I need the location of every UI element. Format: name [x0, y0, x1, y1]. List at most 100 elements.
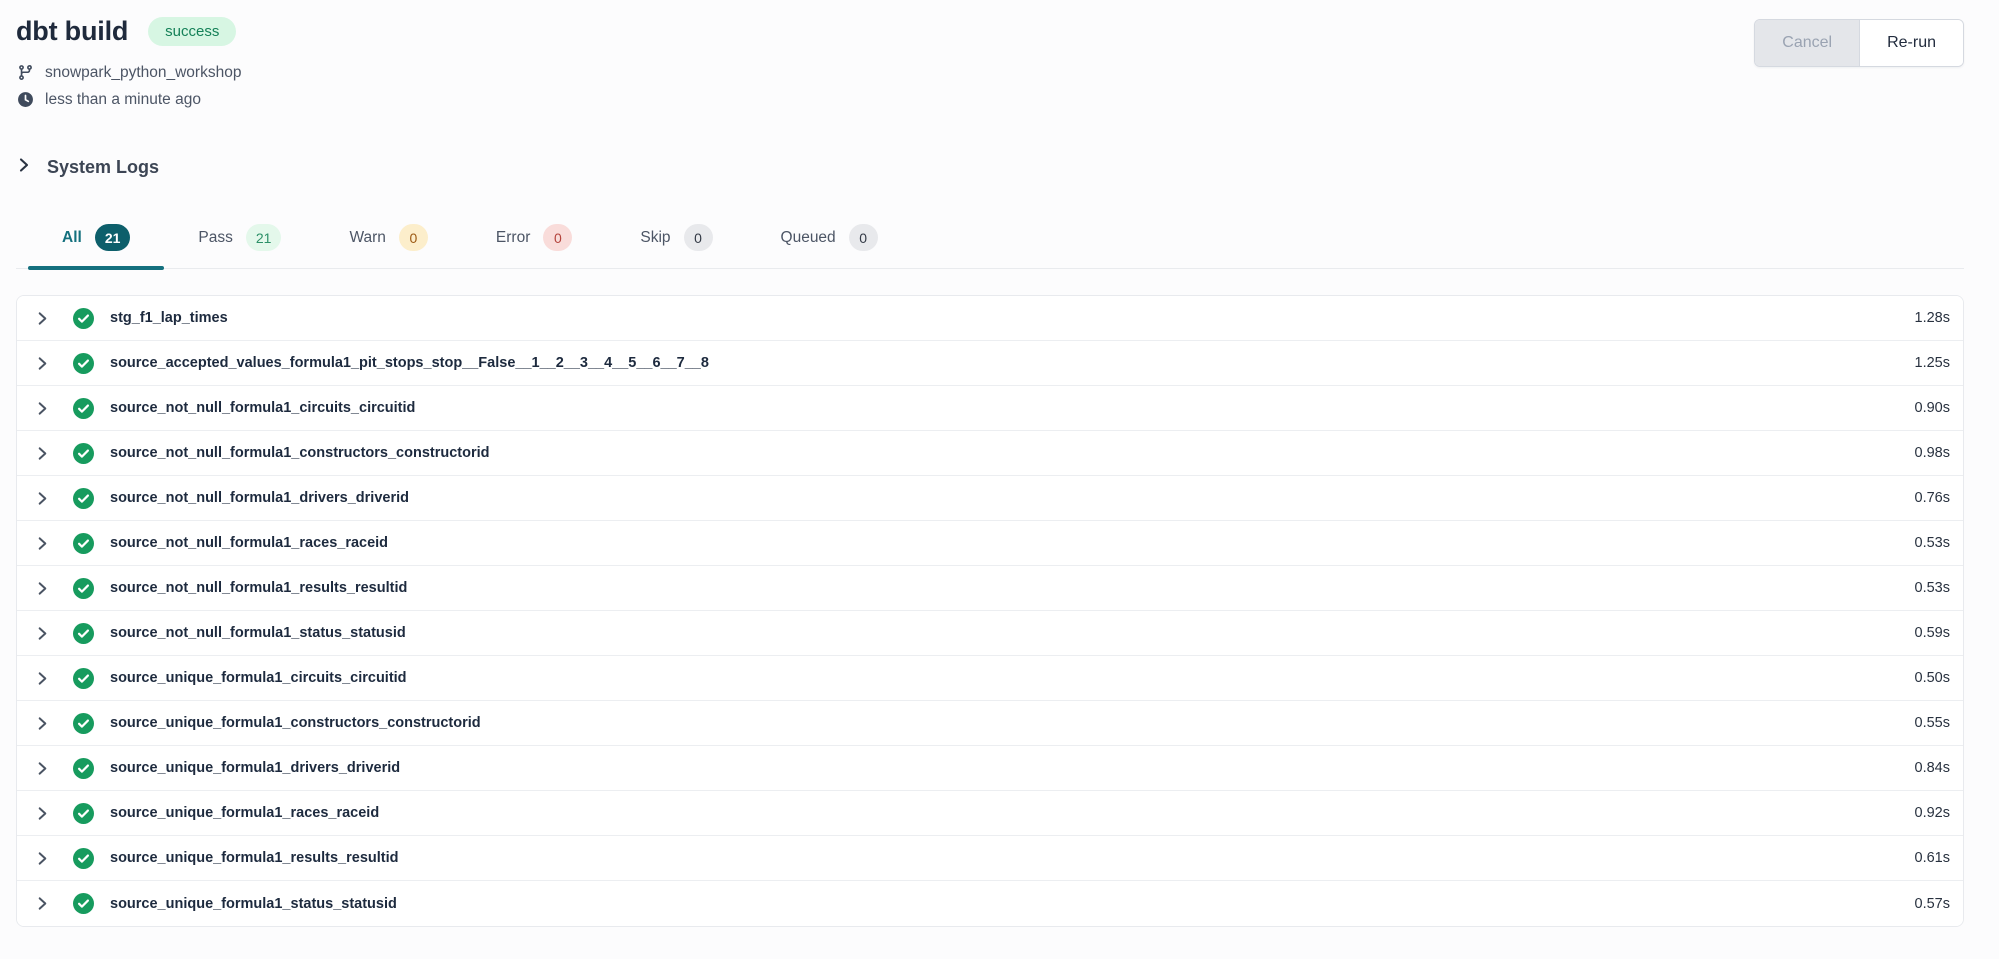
tab-count-badge: 0 [849, 224, 878, 251]
system-logs-label: System Logs [47, 157, 159, 178]
expand-chevron-icon[interactable] [27, 618, 57, 648]
result-row: source_not_null_formula1_circuits_circui… [17, 386, 1963, 431]
expand-chevron-icon[interactable] [27, 843, 57, 873]
tab-label: Error [496, 229, 530, 247]
check-circle-icon [73, 578, 94, 599]
result-name: source_not_null_formula1_races_raceid [110, 535, 388, 551]
check-circle-icon [73, 488, 94, 509]
check-circle-icon [73, 848, 94, 869]
tab-label: Warn [349, 229, 385, 247]
result-row: source_unique_formula1_status_statusid 0.… [17, 881, 1963, 926]
system-logs-toggle[interactable]: System Logs [16, 157, 159, 178]
run-details-page: dbt build success snowpark_python_worksh… [0, 0, 1999, 927]
result-duration: 0.90s [1915, 400, 1950, 416]
tab-warn[interactable]: Warn 0 [315, 218, 461, 268]
result-duration: 0.57s [1915, 896, 1950, 912]
tab-count-badge: 0 [684, 224, 713, 251]
result-row: source_not_null_formula1_constructors_co… [17, 431, 1963, 476]
result-duration: 1.28s [1915, 310, 1950, 326]
run-meta: snowpark_python_workshop less than a min… [16, 59, 241, 113]
tab-count-badge: 21 [246, 224, 282, 251]
result-name: source_not_null_formula1_status_statusid [110, 625, 406, 641]
check-circle-icon [73, 308, 94, 329]
result-duration: 0.50s [1915, 670, 1950, 686]
result-row: source_not_null_formula1_status_statusid… [17, 611, 1963, 656]
expand-chevron-icon[interactable] [27, 348, 57, 378]
result-name: source_unique_formula1_circuits_circuiti… [110, 670, 407, 686]
expand-chevron-icon[interactable] [27, 753, 57, 783]
result-name: source_unique_formula1_drivers_driverid [110, 760, 400, 776]
result-duration: 1.25s [1915, 355, 1950, 371]
header: dbt build success snowpark_python_worksh… [16, 0, 1964, 113]
tab-skip[interactable]: Skip 0 [606, 218, 746, 268]
check-circle-icon [73, 533, 94, 554]
result-duration: 0.92s [1915, 805, 1950, 821]
branch-name: snowpark_python_workshop [45, 64, 241, 82]
tab-pass[interactable]: Pass 21 [164, 218, 315, 268]
result-row: source_unique_formula1_drivers_driverid 0… [17, 746, 1963, 791]
tab-count-badge: 0 [543, 224, 572, 251]
git-branch-icon [16, 64, 34, 81]
tab-label: Pass [198, 229, 232, 247]
check-circle-icon [73, 803, 94, 824]
cancel-button[interactable]: Cancel [1755, 20, 1859, 66]
tab-label: Skip [640, 229, 670, 247]
tab-queued[interactable]: Queued 0 [747, 218, 912, 268]
tab-label: Queued [781, 229, 836, 247]
expand-chevron-icon[interactable] [27, 438, 57, 468]
tab-label: All [62, 229, 82, 247]
tabs: All 21 Pass 21 Warn 0 Error 0 Skip 0 Queued 0 [16, 218, 1964, 269]
expand-chevron-icon[interactable] [27, 573, 57, 603]
expand-chevron-icon[interactable] [27, 303, 57, 333]
result-name: source_not_null_formula1_results_resulti… [110, 580, 407, 596]
result-name: source_accepted_values_formula1_pit_stop… [110, 355, 709, 371]
result-name: source_not_null_formula1_constructors_co… [110, 445, 490, 461]
result-duration: 0.98s [1915, 445, 1950, 461]
check-circle-icon [73, 668, 94, 689]
run-actions: Cancel Re-run [1754, 19, 1964, 67]
expand-chevron-icon[interactable] [27, 483, 57, 513]
rerun-button[interactable]: Re-run [1859, 20, 1963, 66]
expand-chevron-icon[interactable] [27, 663, 57, 693]
expand-chevron-icon[interactable] [27, 528, 57, 558]
result-name: source_unique_formula1_races_raceid [110, 805, 379, 821]
expand-chevron-icon[interactable] [27, 798, 57, 828]
tab-count-badge: 21 [95, 224, 131, 251]
expand-chevron-icon[interactable] [27, 708, 57, 738]
result-duration: 0.84s [1915, 760, 1950, 776]
check-circle-icon [73, 398, 94, 419]
clock-icon [16, 91, 34, 108]
result-name: stg_f1_lap_times [110, 310, 228, 326]
expand-chevron-icon[interactable] [27, 889, 57, 919]
tab-error[interactable]: Error 0 [462, 218, 606, 268]
tab-all[interactable]: All 21 [28, 218, 164, 268]
result-name: source_unique_formula1_status_statusid [110, 896, 397, 912]
result-row: source_unique_formula1_circuits_circuiti… [17, 656, 1963, 701]
page-title: dbt build [16, 16, 128, 47]
chevron-right-icon [16, 157, 32, 178]
result-duration: 0.55s [1915, 715, 1950, 731]
result-name: source_unique_formula1_constructors_cons… [110, 715, 481, 731]
result-duration: 0.53s [1915, 535, 1950, 551]
expand-chevron-icon[interactable] [27, 393, 57, 423]
results-list: stg_f1_lap_times 1.28s source_accepted_val… [16, 295, 1964, 927]
result-name: source_not_null_formula1_circuits_circui… [110, 400, 415, 416]
check-circle-icon [73, 713, 94, 734]
result-row: source_unique_formula1_races_raceid 0.92s [17, 791, 1963, 836]
result-name: source_not_null_formula1_drivers_driveri… [110, 490, 409, 506]
tab-count-badge: 0 [399, 224, 428, 251]
check-circle-icon [73, 758, 94, 779]
result-duration: 0.53s [1915, 580, 1950, 596]
result-row: source_unique_formula1_constructors_cons… [17, 701, 1963, 746]
check-circle-icon [73, 893, 94, 914]
status-badge: success [148, 17, 236, 46]
check-circle-icon [73, 623, 94, 644]
result-name: source_unique_formula1_results_resultid [110, 850, 399, 866]
result-row: source_not_null_formula1_races_raceid 0.5… [17, 521, 1963, 566]
result-row: source_unique_formula1_results_resultid0… [17, 836, 1963, 881]
check-circle-icon [73, 443, 94, 464]
result-row: source_not_null_formula1_results_resulti… [17, 566, 1963, 611]
result-row: stg_f1_lap_times 1.28s [17, 296, 1963, 341]
check-circle-icon [73, 353, 94, 374]
result-duration: 0.76s [1915, 490, 1950, 506]
